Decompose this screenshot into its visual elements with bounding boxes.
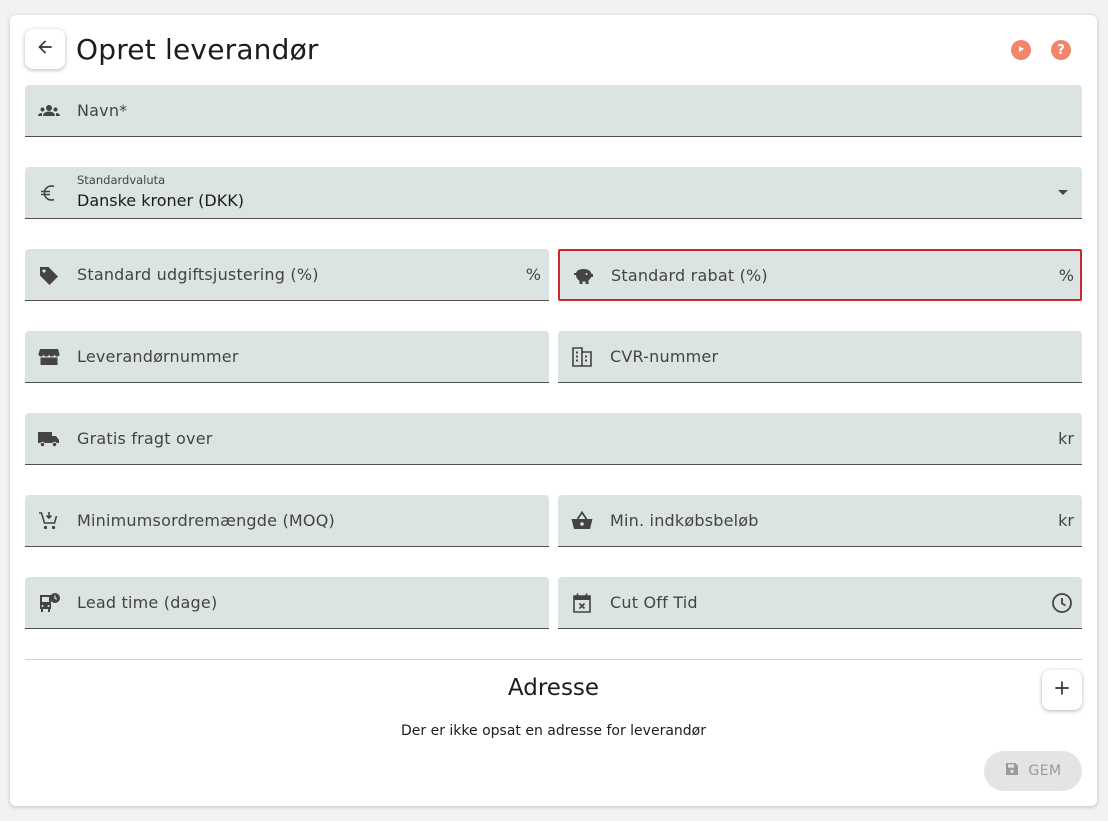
expense-adjustment-label: Standard udgiftsjustering (%) xyxy=(77,265,319,284)
moq-label: Minimumsordremængde (MOQ) xyxy=(77,511,335,530)
store-icon xyxy=(37,345,61,369)
create-supplier-card: Opret leverandør ? Navn* Standardvaluta … xyxy=(10,15,1097,806)
percent-suffix: % xyxy=(525,265,541,284)
percent-suffix: % xyxy=(1058,266,1074,285)
section-divider xyxy=(25,659,1082,660)
supplier-number-field[interactable]: Leverandørnummer xyxy=(25,331,549,383)
address-section-title: Adresse xyxy=(507,675,600,701)
cvr-number-label: CVR-nummer xyxy=(610,347,719,366)
min-purchase-amount-label: Min. indkøbsbeløb xyxy=(610,511,759,530)
name-label: Navn* xyxy=(77,101,128,120)
save-button[interactable]: GEM xyxy=(984,751,1082,791)
bus-clock-icon xyxy=(37,591,61,615)
basket-icon xyxy=(570,509,594,533)
play-icon xyxy=(1016,43,1026,58)
free-shipping-label: Gratis fragt over xyxy=(77,429,213,448)
lead-time-label: Lead time (dage) xyxy=(77,593,218,612)
lead-time-field[interactable]: Lead time (dage) xyxy=(25,577,549,629)
no-address-message: Der er ikke opsat en adresse for leveran… xyxy=(401,723,706,739)
plus-icon xyxy=(1052,678,1072,702)
save-icon xyxy=(1004,761,1020,781)
cart-icon xyxy=(37,509,61,533)
cut-off-time-field[interactable]: Cut Off Tid xyxy=(558,577,1082,629)
currency-select[interactable]: Standardvaluta Danske kroner (DKK) xyxy=(25,167,1082,219)
help-button[interactable]: ? xyxy=(1051,40,1071,60)
cut-off-time-label: Cut Off Tid xyxy=(610,593,698,612)
free-shipping-field[interactable]: Gratis fragt over kr xyxy=(25,413,1082,465)
page-title: Opret leverandør xyxy=(76,33,319,66)
cvr-number-field[interactable]: CVR-nummer xyxy=(558,331,1082,383)
tag-icon xyxy=(37,263,61,287)
discount-label: Standard rabat (%) xyxy=(611,266,768,285)
building-icon xyxy=(570,345,594,369)
supplier-number-label: Leverandørnummer xyxy=(77,347,239,366)
truck-icon xyxy=(37,427,61,451)
chevron-down-icon xyxy=(1058,190,1068,195)
name-field[interactable]: Navn* xyxy=(25,85,1082,137)
currency-value: Danske kroner (DKK) xyxy=(77,191,244,210)
expense-adjustment-field[interactable]: Standard udgiftsjustering (%) % xyxy=(25,249,549,301)
people-icon xyxy=(37,99,61,123)
moq-field[interactable]: Minimumsordremængde (MOQ) xyxy=(25,495,549,547)
calendar-x-icon xyxy=(570,591,594,615)
currency-small-label: Standardvaluta xyxy=(77,173,166,187)
piggy-bank-icon xyxy=(571,264,595,288)
discount-field[interactable]: Standard rabat (%) % xyxy=(558,249,1082,301)
help-icon: ? xyxy=(1057,42,1065,58)
save-label: GEM xyxy=(1028,763,1062,779)
clock-icon[interactable] xyxy=(1050,591,1074,619)
back-button[interactable] xyxy=(25,29,65,69)
add-address-button[interactable] xyxy=(1042,670,1082,710)
currency-suffix: kr xyxy=(1058,429,1074,448)
min-purchase-amount-field[interactable]: Min. indkøbsbeløb kr xyxy=(558,495,1082,547)
arrow-left-icon xyxy=(35,37,55,61)
currency-suffix: kr xyxy=(1058,511,1074,530)
euro-icon xyxy=(37,181,61,205)
play-button[interactable] xyxy=(1011,40,1031,60)
